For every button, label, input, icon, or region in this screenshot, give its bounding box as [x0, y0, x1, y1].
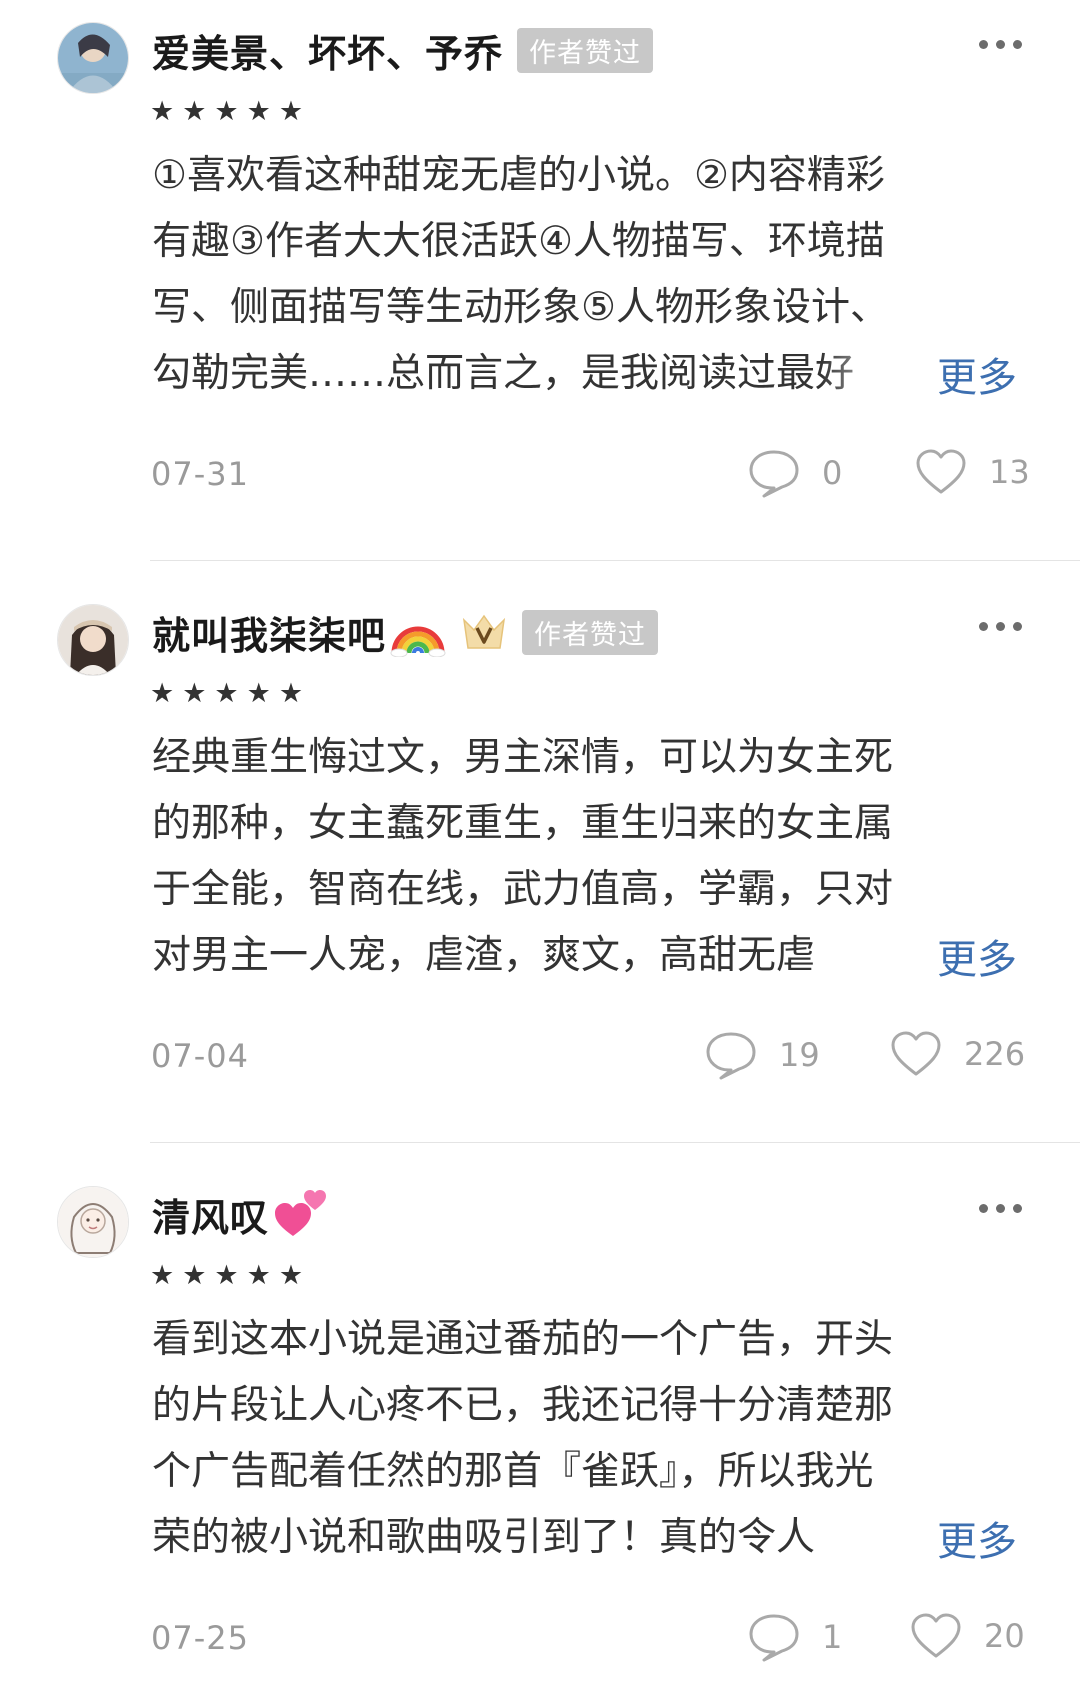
more-icon[interactable]	[975, 36, 1026, 53]
comment-text[interactable]: ①喜欢看这种甜宠无虐的小说。②内容精彩 有趣③作者大大很活跃④人物描写、环境描 …	[152, 143, 1002, 407]
avatar[interactable]	[57, 22, 129, 94]
comment-line: 的片段让人心疼不已，我还记得十分清楚那	[152, 1383, 894, 1428]
reply-button[interactable]: 19	[705, 1030, 820, 1080]
username[interactable]: 爱美景、坏坏、予乔	[152, 23, 503, 78]
comment-line: 的那种，女主蠢死重生，重生归来的女主属	[152, 801, 894, 846]
comment-date: 07-25	[151, 1619, 249, 1657]
reply-count: 19	[779, 1036, 820, 1074]
expand-more-link[interactable]: 更多	[937, 1509, 1017, 1567]
name-row: 就叫我柒柒吧 作者赞过	[152, 604, 659, 660]
like-count: 226	[964, 1035, 1026, 1073]
comment-date: 07-31	[151, 455, 249, 493]
comment-text[interactable]: 经典重生悔过文，男主深情，可以为女主死 的那种，女主蠢死重生，重生归来的女主属 …	[152, 725, 1002, 989]
comment-date: 07-04	[151, 1037, 249, 1075]
comment-icon	[748, 448, 800, 498]
comment-line: 经典重生悔过文，男主深情，可以为女主死	[152, 735, 894, 780]
comment-line: 勾勒完美……总而言之，是我阅读过最好	[152, 351, 855, 396]
comment-line: 对男主一人宠，虐渣，爽文，高甜无虐	[152, 933, 816, 978]
username[interactable]: 就叫我柒柒吧	[152, 605, 386, 660]
more-icon[interactable]	[975, 618, 1026, 635]
comment-card: 清风叹 ★★★★★ 看到这本小说是通过番茄的一个广告，开头 的片段让人心疼不已，…	[0, 1164, 1080, 1682]
avatar[interactable]	[57, 604, 129, 676]
author-liked-badge: 作者赞过	[522, 609, 659, 655]
comment-line: 看到这本小说是通过番茄的一个广告，开头	[152, 1317, 894, 1362]
comment-line: ①喜欢看这种甜宠无虐的小说。②内容精彩	[152, 153, 885, 198]
comment-icon	[748, 1612, 800, 1662]
comment-line: 有趣③作者大大很活跃④人物描写、环境描	[152, 219, 885, 264]
reply-count: 0	[822, 454, 843, 492]
reply-count: 1	[822, 1618, 843, 1656]
author-liked-badge: 作者赞过	[517, 27, 654, 73]
more-icon[interactable]	[975, 1200, 1026, 1217]
comment-text[interactable]: 看到这本小说是通过番茄的一个广告，开头 的片段让人心疼不已，我还记得十分清楚那 …	[152, 1307, 1002, 1571]
comment-line: 个广告配着任然的那首『雀跃』，所以我光	[152, 1449, 874, 1494]
reply-button[interactable]: 0	[748, 448, 842, 498]
username[interactable]: 清风叹	[152, 1187, 269, 1242]
divider	[150, 560, 1080, 561]
name-row: 清风叹	[152, 1186, 329, 1242]
comment-card: 就叫我柒柒吧 作者赞过 ★★★★★ 经典重生悔过文，男主深情，可以为女主死 的那…	[0, 582, 1080, 1143]
heart-icon	[910, 1612, 962, 1660]
comment-icon	[705, 1030, 757, 1080]
like-button[interactable]: 226	[890, 1030, 1025, 1078]
star-rating: ★★★★★	[150, 1260, 312, 1291]
comment-line: 荣的被小说和歌曲吸引到了！真的令人	[152, 1515, 816, 1560]
crown-icon	[460, 612, 508, 652]
expand-more-link[interactable]: 更多	[937, 345, 1017, 403]
avatar[interactable]	[57, 1186, 129, 1258]
name-row: 爱美景、坏坏、予乔 作者赞过	[152, 22, 654, 78]
heart-icon	[890, 1030, 942, 1078]
star-rating: ★★★★★	[150, 678, 312, 709]
like-button[interactable]: 20	[910, 1612, 1025, 1660]
reply-button[interactable]: 1	[748, 1612, 842, 1662]
comment-card: 爱美景、坏坏、予乔 作者赞过 ★★★★★ ①喜欢看这种甜宠无虐的小说。②内容精彩…	[0, 0, 1080, 561]
rainbow-emoji-icon	[390, 607, 446, 657]
like-button[interactable]: 13	[915, 448, 1030, 496]
like-count: 13	[989, 453, 1030, 491]
divider	[150, 1142, 1080, 1143]
two-hearts-emoji-icon	[273, 1188, 329, 1240]
comment-line: 写、侧面描写等生动形象⑤人物形象设计、	[152, 285, 889, 330]
comment-line: 于全能，智商在线，武力值高，学霸，只对	[152, 867, 894, 912]
star-rating: ★★★★★	[150, 96, 312, 127]
expand-more-link[interactable]: 更多	[937, 927, 1017, 985]
like-count: 20	[984, 1617, 1025, 1655]
heart-icon	[915, 448, 967, 496]
